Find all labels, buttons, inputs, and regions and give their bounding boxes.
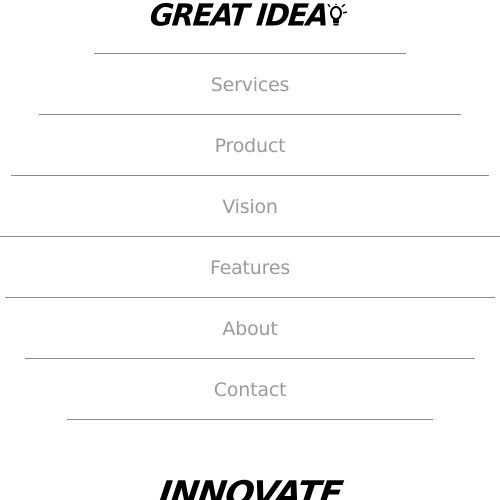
menu-item-services[interactable]: Services — [0, 73, 500, 97]
menu-divider — [39, 114, 461, 115]
menu-divider — [11, 175, 489, 176]
menu-divider — [5, 297, 495, 298]
menu-item-about[interactable]: About — [0, 317, 500, 341]
page: GREAT IDEA Services Product Vision Featu… — [0, 0, 500, 500]
menu-item-vision[interactable]: Vision — [0, 195, 500, 219]
menu-divider — [94, 53, 406, 54]
menu-divider — [25, 358, 475, 359]
menu-item-features[interactable]: Features — [0, 256, 500, 280]
menu-item-contact[interactable]: Contact — [0, 378, 500, 402]
footer-banner-text: INNOVATE — [155, 474, 345, 500]
main-menu: Services Product Vision Features About C… — [0, 0, 500, 500]
menu-divider — [67, 419, 433, 420]
footer-banner: INNOVATE — [0, 470, 500, 500]
menu-divider — [0, 236, 500, 237]
menu-item-product[interactable]: Product — [0, 134, 500, 158]
